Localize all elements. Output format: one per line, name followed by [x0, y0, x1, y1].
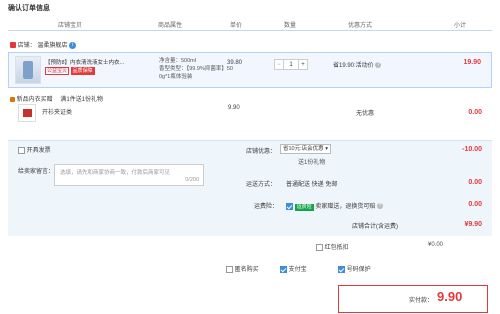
- insurance-desc: 卖家赠送，退换货可赔: [315, 204, 376, 210]
- gift-price: 9.90: [228, 105, 240, 111]
- page-title: 确认订单信息: [8, 5, 50, 12]
- order-item-row: 【预防8】内衣清洗液女士内衣... 公益宝贝 品质保障 净含量：500ml 香型…: [8, 52, 492, 88]
- gift-title: 新品内衣买赠 满1件送1份礼物: [10, 94, 103, 103]
- shop-total-value: ¥9.90: [464, 221, 482, 228]
- insurance-tag: 运费险: [294, 204, 314, 211]
- invoice-checkbox[interactable]: [18, 146, 25, 154]
- insurance-option[interactable]: 运费险 卖家赠送，退换货可赔 ?: [286, 201, 384, 211]
- shop-discount-label: 店铺优惠：: [246, 149, 277, 155]
- product-name-block: 【预防8】内衣清洗液女士内衣... 公益宝贝 品质保障: [45, 59, 131, 75]
- message-char-count: 0/200: [185, 177, 199, 183]
- shop-total-label: 店铺合计(含运费): [352, 224, 398, 230]
- pay-amount: 9.90: [437, 289, 463, 304]
- delivery-label: 运送方式：: [246, 182, 277, 188]
- shop-line: 店铺： 温柔旗舰店 i: [10, 40, 77, 50]
- promotion-label: 省19.90:活动价: [333, 63, 374, 69]
- redpacket-option[interactable]: 红包抵扣: [316, 242, 349, 251]
- gift-title-label: 新品内衣买赠: [16, 97, 53, 103]
- insurance-info-icon[interactable]: ?: [377, 203, 384, 210]
- spec-line: 0g*1瓶体验装: [159, 74, 193, 80]
- shop-name-link[interactable]: 温柔旗舰店: [37, 43, 67, 49]
- product-specs: 净含量：500ml 香型类型：【99.9%抑菌率】50 0g*1瓶体验装: [159, 57, 233, 81]
- product-thumbnail[interactable]: [15, 56, 41, 84]
- gift-name[interactable]: 开衫夹证类: [42, 107, 72, 116]
- phone-protect-label: 号码保护: [346, 267, 371, 273]
- shop-discount-value-text: 省10元:店会优惠: [283, 146, 324, 152]
- qty-minus-button[interactable]: −: [274, 59, 284, 70]
- alipay-option[interactable]: 支付宝: [280, 264, 307, 273]
- insurance-amount: 0.00: [468, 201, 482, 208]
- shop-icon: [10, 42, 16, 49]
- table-header: 店铺宝贝 商品属性 单价 数量 优惠方式 小计: [8, 17, 492, 31]
- qty-plus-button[interactable]: +: [298, 59, 308, 70]
- shop-discount-amount: -10.00: [462, 146, 482, 153]
- col-shop-item: 店铺宝贝: [58, 23, 83, 29]
- gift-title-note: 满1件送1份礼物: [60, 97, 104, 103]
- checkout-options: 匿名购买 支付宝 号码保护: [8, 262, 492, 274]
- redpacket-checkbox[interactable]: [316, 243, 323, 251]
- promo-info-icon[interactable]: ?: [375, 62, 382, 69]
- col-subtotal: 小计: [454, 23, 467, 29]
- payment-summary: 实付款： 9.90: [338, 285, 488, 313]
- unit-price: 39.80: [227, 60, 243, 66]
- insurance-label: 运费险：: [254, 204, 279, 210]
- col-quantity: 数量: [284, 23, 297, 29]
- invoice-label: 开具发票: [26, 148, 51, 154]
- alipay-checkbox[interactable]: [280, 265, 287, 273]
- gift-promo-note: 无优惠: [356, 111, 375, 117]
- message-label: 给卖家留言：: [18, 169, 55, 175]
- col-attributes: 商品属性: [158, 23, 183, 29]
- quality-tag: 品质保障: [70, 67, 95, 75]
- chevron-down-icon: ▾: [325, 146, 328, 152]
- redpacket-bar: 红包抵扣 ¥0.00: [8, 240, 492, 252]
- seller-message-input[interactable]: 选填，请先和商家协商一致，付款后商家可见 0/200: [54, 164, 204, 186]
- pay-label: 实付款：: [409, 298, 434, 304]
- shop-prefix: 店铺：: [17, 43, 36, 49]
- gift-item-row: 开衫夹证类 9.90 无优惠 0.00: [8, 104, 492, 132]
- gift-thumbnail[interactable]: [18, 104, 36, 122]
- shop-discount-select[interactable]: 省10元:店会优惠 ▾: [280, 144, 331, 154]
- item-subtotal: 19.90: [463, 59, 481, 66]
- spec-line: 香型类型：【99.9%抑菌率】50: [159, 66, 233, 72]
- phone-protect-option[interactable]: 号码保护: [338, 264, 371, 273]
- anonymous-checkbox[interactable]: [226, 265, 233, 273]
- phone-protect-checkbox[interactable]: [338, 265, 345, 273]
- redpacket-value: ¥0.00: [428, 242, 444, 248]
- invoice-option[interactable]: 开具发票: [18, 145, 51, 154]
- qty-input[interactable]: 1: [284, 59, 298, 70]
- gift-icon: [10, 96, 15, 102]
- order-options-panel: 开具发票 给卖家留言： 选填，请先和商家协商一致，付款后商家可见 0/200 店…: [8, 140, 492, 236]
- col-promotion: 优惠方式: [348, 23, 373, 29]
- shop-discount-note: 送1份礼物: [298, 160, 326, 166]
- anonymous-option[interactable]: 匿名购买: [226, 264, 259, 273]
- redpacket-label: 红包抵扣: [324, 245, 349, 251]
- delivery-method: 普通配送 快递 免邮: [286, 182, 338, 188]
- gift-subtotal: 0.00: [468, 109, 482, 116]
- col-price: 单价: [230, 23, 243, 29]
- insurance-checkbox[interactable]: [286, 202, 293, 210]
- charity-tag: 公益宝贝: [45, 67, 70, 75]
- message-placeholder: 选填，请先和商家协商一致，付款后商家可见: [60, 170, 171, 176]
- quantity-stepper: −1 +: [274, 59, 308, 70]
- promotion-text: 省19.90:活动价 ?: [333, 60, 382, 69]
- delivery-amount: 0.00: [468, 179, 482, 186]
- wangwang-chat-icon[interactable]: i: [69, 41, 77, 49]
- spec-line: 净含量：500ml: [159, 58, 196, 64]
- alipay-label: 支付宝: [288, 267, 307, 273]
- product-name-link[interactable]: 【预防8】内衣清洗液女士内衣...: [45, 60, 124, 66]
- anonymous-label: 匿名购买: [234, 267, 259, 273]
